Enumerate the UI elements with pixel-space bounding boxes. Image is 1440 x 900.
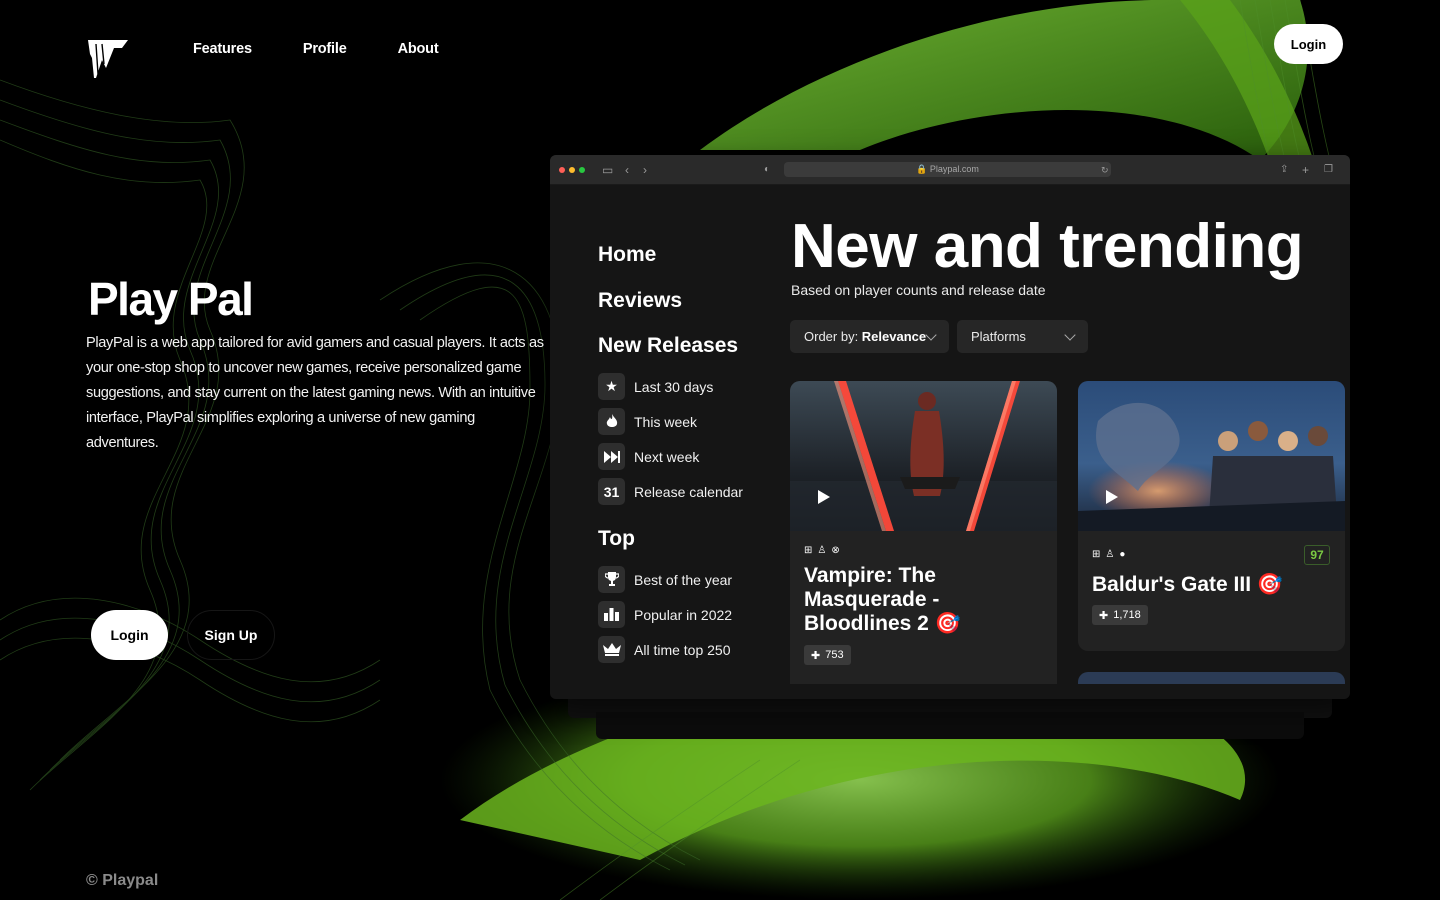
sidebar-item-best-of-year[interactable]: Best of the year: [598, 566, 732, 593]
play-icon[interactable]: [818, 490, 830, 504]
main-nav: Features Profile About: [193, 41, 439, 57]
nav-features-link[interactable]: Features: [193, 41, 252, 57]
sidebar-item-release-calendar[interactable]: 31 Release calendar: [598, 478, 743, 505]
chevron-down-icon: [925, 328, 937, 341]
sidebar-new-releases-heading[interactable]: New Releases: [598, 334, 738, 358]
game-thumbnail[interactable]: [790, 381, 1057, 531]
plus-icon: ✚: [1099, 609, 1109, 622]
tabs-overview-icon[interactable]: ❐: [1324, 162, 1333, 178]
hero-description: PlayPal is a web app tailored for avid g…: [86, 335, 544, 451]
windows-icon: ⊞: [1092, 549, 1101, 560]
sidebar-item-label: Last 30 days: [634, 378, 714, 395]
playpal-logo[interactable]: [86, 38, 130, 80]
fast-forward-icon: [598, 443, 625, 470]
order-by-value: Relevance: [861, 329, 927, 344]
game-thumbnail[interactable]: [1078, 381, 1345, 531]
flame-icon: [598, 408, 625, 435]
nav-about-link[interactable]: About: [398, 41, 439, 57]
shield-icon: ◐: [764, 164, 771, 175]
trophy-icon: [598, 566, 625, 593]
sidebar-item-popular-2022[interactable]: Popular in 2022: [598, 601, 732, 628]
hero-title: Play Pal: [88, 273, 254, 325]
sidebar-item-last-30-days[interactable]: ★ Last 30 days: [598, 373, 713, 400]
sidebar-item-label: Release calendar: [634, 483, 743, 500]
play-icon[interactable]: [1106, 490, 1118, 504]
game-card-partial[interactable]: [1078, 672, 1345, 684]
platform-icons: ⊞ ♙ ⊗: [804, 545, 840, 556]
star-icon: ★: [598, 373, 625, 400]
sidebar-item-label: Best of the year: [634, 571, 733, 588]
new-tab-icon[interactable]: +: [1302, 162, 1309, 178]
platforms-label: Platforms: [971, 329, 1026, 344]
sidebar-item-label: Popular in 2022: [634, 606, 733, 623]
share-icon[interactable]: ⇪: [1280, 162, 1288, 178]
add-to-collection-badge[interactable]: ✚ 1,718: [1092, 605, 1148, 625]
playstation-icon: ♙: [817, 545, 827, 556]
sidebar-home-link[interactable]: Home: [598, 243, 656, 267]
metascore-badge: 97: [1304, 545, 1330, 565]
browser-toolbar: ▭ ‹ › ◐ 🔒 Playpal.com ↻ ⇪ + ❐: [550, 155, 1350, 185]
platforms-dropdown[interactable]: Platforms: [957, 320, 1088, 353]
browser-stack-shadow-2: [596, 712, 1304, 739]
sidebar-item-label: All time top 250: [634, 641, 731, 658]
order-by-prefix: Order by:: [804, 329, 862, 344]
maximize-dot-icon[interactable]: [579, 167, 585, 173]
game-title[interactable]: Vampire: The Masquerade - Bloodlines 2 🎯: [804, 564, 1044, 636]
sidebar-item-label: This week: [634, 413, 698, 430]
hero-signup-button[interactable]: Sign Up: [187, 610, 275, 660]
game-card-baldurs-gate[interactable]: ⊞ ♙ ● 97 Baldur's Gate III 🎯 ✚ 1,718: [1078, 381, 1345, 651]
plus-icon: ✚: [811, 649, 821, 662]
nav-profile-link[interactable]: Profile: [303, 41, 347, 57]
close-dot-icon[interactable]: [559, 167, 565, 173]
sidebar-reviews-link[interactable]: Reviews: [598, 289, 682, 313]
browser-mockup: ▭ ‹ › ◐ 🔒 Playpal.com ↻ ⇪ + ❐ Home Revie…: [550, 155, 1350, 699]
add-to-collection-badge[interactable]: ✚ 753: [804, 645, 851, 665]
sidebar-item-label: Next week: [634, 448, 700, 465]
calendar-icon: 31: [598, 478, 625, 505]
page-subtitle: Based on player counts and release date: [791, 282, 1046, 298]
crown-icon: [598, 636, 625, 663]
apple-icon: ●: [1119, 549, 1126, 560]
back-icon[interactable]: ‹: [625, 162, 629, 178]
adds-count: 753: [825, 649, 844, 661]
sidebar-item-this-week[interactable]: This week: [598, 408, 697, 435]
header-login-button[interactable]: Login: [1274, 24, 1343, 64]
sidebar-toggle-icon[interactable]: ▭: [602, 162, 613, 178]
app-viewport: Home Reviews New Releases ★ Last 30 days…: [550, 186, 1350, 684]
adds-count: 1,718: [1113, 609, 1141, 621]
reload-icon[interactable]: ↻: [1101, 162, 1109, 178]
hero-login-button[interactable]: Login: [91, 610, 168, 660]
bar-chart-icon: [598, 601, 625, 628]
sidebar-top-heading[interactable]: Top: [598, 527, 635, 551]
order-by-dropdown[interactable]: Order by: Relevance: [790, 320, 949, 353]
game-card-vampire[interactable]: ⊞ ♙ ⊗ Vampire: The Masquerade - Bloodlin…: [790, 381, 1057, 684]
game-title[interactable]: Baldur's Gate III 🎯: [1092, 573, 1332, 597]
windows-icon: ⊞: [804, 545, 813, 556]
sidebar-item-all-time-top[interactable]: All time top 250: [598, 636, 731, 663]
minimize-dot-icon[interactable]: [569, 167, 575, 173]
platform-icons: ⊞ ♙ ●: [1092, 549, 1125, 560]
chevron-down-icon: [1064, 328, 1076, 341]
playstation-icon: ♙: [1105, 549, 1115, 560]
sidebar-item-next-week[interactable]: Next week: [598, 443, 699, 470]
forward-icon[interactable]: ›: [643, 162, 647, 178]
page-title: New and trending: [791, 212, 1304, 281]
footer-copyright: © Playpal: [86, 872, 159, 889]
address-url: Playpal.com: [929, 164, 979, 174]
address-bar[interactable]: 🔒 Playpal.com: [784, 162, 1111, 177]
xbox-icon: ⊗: [831, 545, 840, 556]
lock-icon: 🔒: [916, 164, 928, 174]
